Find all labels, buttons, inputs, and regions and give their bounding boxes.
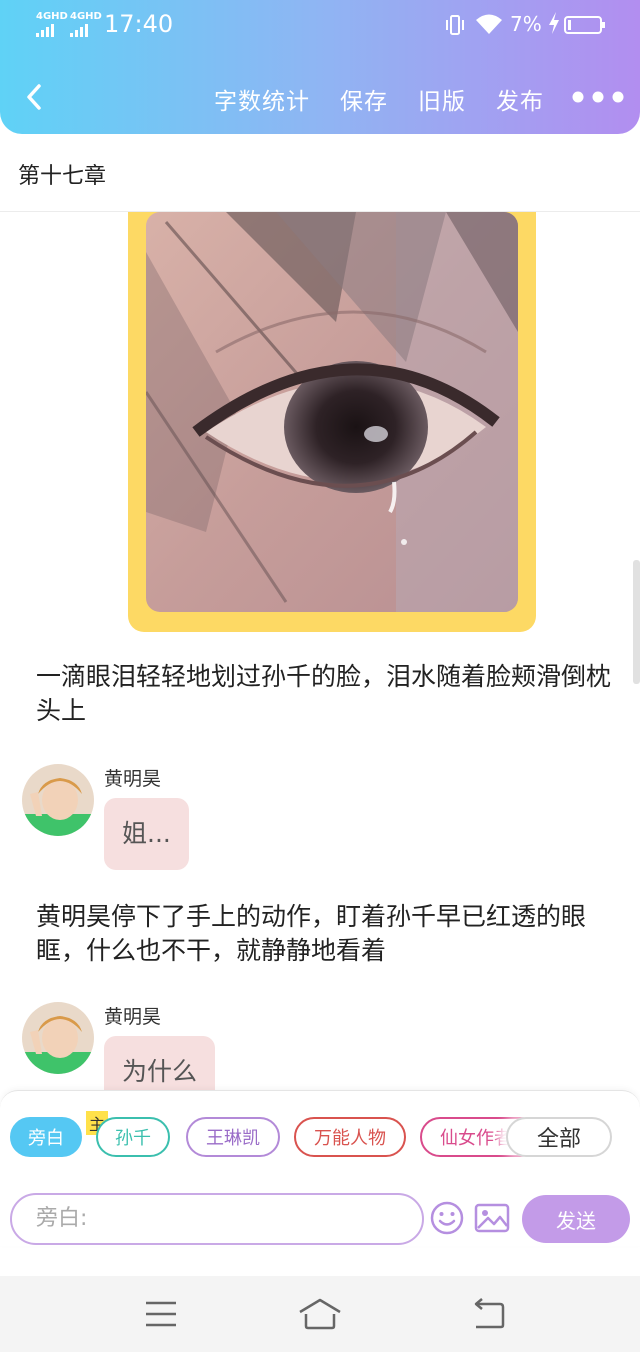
image-icon[interactable] — [474, 1203, 510, 1233]
wifi-icon — [476, 14, 502, 34]
speaker-name: 黄明昊 — [104, 1006, 162, 1028]
chat-bubble: 为什么 — [104, 1036, 216, 1090]
top-header: 4GHD 4GHD 17:40 7% 字数统计 保存 旧版 发布 — [0, 0, 640, 134]
battery-percent: 7% — [510, 12, 542, 36]
emoji-icon[interactable] — [430, 1201, 464, 1235]
role-panel: 旁白 主 孙千 王琳凯 万能人物 仙女作者 全部 旁白: 发送 — [0, 1090, 640, 1246]
role-chip-wanglinkai[interactable]: 王琳凯 — [186, 1117, 280, 1157]
word-count-button[interactable]: 字数统计 — [214, 82, 310, 116]
eye-photo — [146, 212, 518, 612]
role-chip-wanneng[interactable]: 万能人物 — [294, 1117, 406, 1157]
charging-icon — [549, 12, 559, 34]
chapter-title[interactable]: 第十七章 — [18, 158, 106, 190]
toolbar: 字数统计 保存 旧版 发布 — [0, 78, 640, 118]
save-button[interactable]: 保存 — [340, 82, 388, 116]
menu-icon[interactable] — [144, 1298, 178, 1330]
more-icon[interactable] — [572, 90, 624, 104]
signal-icon: 4GHD — [36, 12, 68, 37]
home-icon[interactable] — [298, 1298, 342, 1330]
role-selector: 旁白 主 孙千 王琳凯 万能人物 仙女作者 全部 — [0, 1111, 640, 1161]
message-input[interactable]: 旁白: — [10, 1193, 424, 1245]
story-content[interactable]: 一滴眼泪轻轻地划过孙千的脸，泪水随着脸颊滑倒枕头上 黄明昊 姐... 黄明昊停下… — [0, 212, 640, 1090]
sim2-label: 4GHD — [70, 11, 102, 22]
role-chip-sunqian[interactable]: 孙千 — [96, 1117, 170, 1157]
sim1-label: 4GHD — [36, 11, 68, 22]
system-nav-bar — [0, 1276, 640, 1352]
chapter-bar: 第十七章 — [0, 134, 640, 212]
all-roles-button[interactable]: 全部 — [506, 1117, 612, 1157]
narration-text: 一滴眼泪轻轻地划过孙千的脸，泪水随着脸颊滑倒枕头上 — [36, 662, 612, 725]
vibrate-icon — [446, 15, 464, 35]
back-nav-icon[interactable] — [470, 1298, 506, 1330]
signal-icon: 4GHD — [70, 12, 102, 37]
publish-button[interactable]: 发布 — [496, 82, 544, 116]
status-bar: 4GHD 4GHD 17:40 7% — [0, 0, 640, 52]
scrollbar[interactable] — [633, 560, 640, 684]
story-image[interactable] — [146, 212, 518, 612]
composer: 旁白: 发送 — [0, 1191, 640, 1247]
clock: 17:40 — [104, 10, 174, 38]
narration-text: 黄明昊停下了手上的动作，盯着孙千早已红透的眼眶，什么也不干，就静静地看着 — [36, 902, 587, 965]
role-chip-narrator[interactable]: 旁白 — [10, 1117, 82, 1157]
chat-message: 黄明昊 为什么 — [22, 1002, 582, 1090]
chat-bubble: 姐... — [104, 798, 189, 870]
battery-icon — [564, 16, 605, 34]
back-icon[interactable] — [22, 82, 46, 112]
speaker-name: 黄明昊 — [104, 768, 162, 790]
avatar[interactable] — [22, 764, 94, 836]
chat-message: 黄明昊 姐... — [22, 764, 582, 884]
photo-frame — [128, 212, 536, 632]
send-button[interactable]: 发送 — [522, 1195, 630, 1243]
old-version-button[interactable]: 旧版 — [418, 82, 466, 116]
avatar[interactable] — [22, 1002, 94, 1074]
